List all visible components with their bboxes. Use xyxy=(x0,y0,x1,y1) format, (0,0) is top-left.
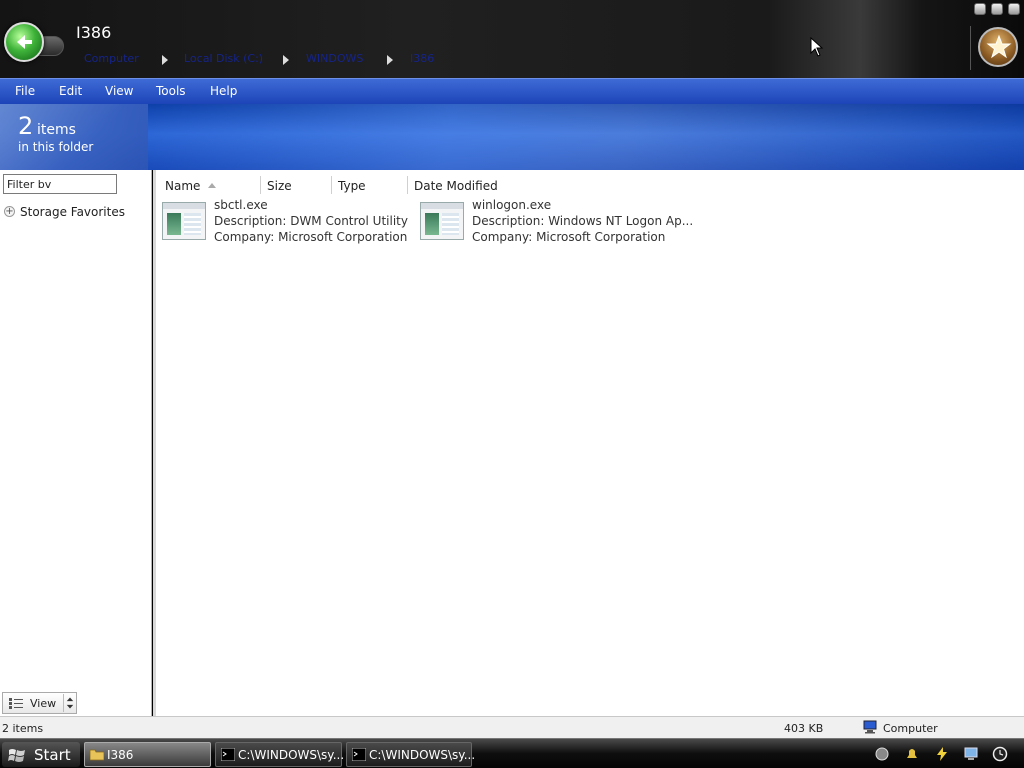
item-count-word: items xyxy=(37,122,76,138)
screen: I386 Computer Local Disk (C:) WINDOWS I3… xyxy=(0,0,1024,768)
navigation-pane: + Storage Favorites View xyxy=(0,170,152,716)
sort-ascending-icon xyxy=(208,183,216,188)
star-icon xyxy=(986,34,1012,59)
breadcrumb-item-computer[interactable]: Computer xyxy=(84,52,139,65)
column-header-size[interactable]: Size xyxy=(267,179,292,193)
view-button-label: View xyxy=(30,697,57,710)
clock-icon[interactable] xyxy=(992,746,1008,762)
view-button[interactable]: View xyxy=(2,692,77,714)
taskbar-item-label: C:\WINDOWS\sy... xyxy=(238,748,345,762)
column-divider[interactable] xyxy=(331,176,332,194)
item-count-number: 2 xyxy=(18,112,34,140)
breadcrumb-item-windows[interactable]: WINDOWS xyxy=(306,52,363,65)
header-decoration xyxy=(140,104,1024,170)
column-divider[interactable] xyxy=(260,176,261,194)
file-description: Description: DWM Control Utility xyxy=(214,214,408,228)
column-header-date-modified[interactable]: Date Modified xyxy=(414,179,498,193)
menu-edit[interactable]: Edit xyxy=(59,84,82,98)
monitor-settings-icon[interactable] xyxy=(964,746,980,762)
command-prompt-icon xyxy=(352,748,366,761)
title-bar: I386 Computer Local Disk (C:) WINDOWS I3… xyxy=(0,0,1024,78)
command-prompt-icon xyxy=(221,748,235,761)
back-button[interactable] xyxy=(4,22,44,62)
menu-help[interactable]: Help xyxy=(210,84,237,98)
network-status-icon[interactable] xyxy=(874,746,890,762)
column-header-type[interactable]: Type xyxy=(338,179,366,193)
chevron-right-icon[interactable] xyxy=(162,55,168,65)
power-lightning-icon[interactable] xyxy=(934,746,950,762)
computer-icon xyxy=(863,720,877,734)
taskbar-item-label: C:\WINDOWS\sy... xyxy=(369,748,476,762)
executable-file-icon xyxy=(420,202,464,240)
back-arrow-icon xyxy=(17,35,32,49)
mouse-cursor-icon xyxy=(810,37,824,57)
taskbar-item-cmd-1[interactable]: C:\WINDOWS\sy... xyxy=(215,742,345,767)
storage-favorites-label: Storage Favorites xyxy=(20,205,125,219)
file-list-pane: Name Size Type Date Modified sbctl.exe D… xyxy=(153,170,1024,716)
status-location: Computer xyxy=(883,722,938,735)
column-header-name[interactable]: Name xyxy=(165,179,200,193)
storage-favorites-item[interactable]: + Storage Favorites xyxy=(4,204,144,220)
filter-input[interactable] xyxy=(3,174,117,194)
folder-header-band xyxy=(0,104,1024,170)
system-tray xyxy=(868,742,1024,767)
close-button[interactable] xyxy=(1008,3,1020,15)
favorites-orb-button[interactable] xyxy=(978,27,1018,67)
folder-icon xyxy=(90,749,104,761)
menu-tools[interactable]: Tools xyxy=(156,84,186,98)
column-header-row: Name Size Type Date Modified xyxy=(156,174,1024,196)
item-count-subtitle: in this folder xyxy=(18,140,94,154)
file-item-winlogon[interactable]: winlogon.exe Description: Windows NT Log… xyxy=(416,198,693,246)
file-company: Company: Microsoft Corporation xyxy=(472,230,666,244)
window-title: I386 xyxy=(76,23,112,42)
notification-bell-icon[interactable] xyxy=(904,746,920,762)
column-divider[interactable] xyxy=(407,176,408,194)
status-total-size: 403 KB xyxy=(784,722,824,735)
minimize-button[interactable] xyxy=(974,3,986,15)
file-item-sbctl[interactable]: sbctl.exe Description: DWM Control Utili… xyxy=(158,198,408,246)
windows-logo-icon xyxy=(8,749,25,762)
expand-plus-icon[interactable]: + xyxy=(4,206,15,217)
menu-view[interactable]: View xyxy=(105,84,133,98)
up-down-arrows-icon[interactable] xyxy=(63,694,76,712)
chevron-right-icon[interactable] xyxy=(387,55,393,65)
start-button[interactable]: Start xyxy=(2,742,80,767)
file-name: sbctl.exe xyxy=(214,198,268,212)
breadcrumb-item-local-disk[interactable]: Local Disk (C:) xyxy=(184,52,263,65)
maximize-button[interactable] xyxy=(991,3,1003,15)
divider xyxy=(970,26,971,70)
executable-file-icon xyxy=(162,202,206,240)
taskbar-item-cmd-2[interactable]: C:\WINDOWS\sy... xyxy=(346,742,476,767)
status-item-count: 2 items xyxy=(2,722,44,735)
menu-file[interactable]: File xyxy=(15,84,35,98)
start-label: Start xyxy=(34,746,71,764)
chevron-right-icon[interactable] xyxy=(283,55,289,65)
list-view-icon xyxy=(9,698,23,709)
taskbar: Start I386 C:\WINDOWS\sy... C:\WINDOWS\s… xyxy=(0,738,1024,768)
breadcrumb: Computer Local Disk (C:) WINDOWS I386 xyxy=(84,52,504,68)
status-bar: 2 items 403 KB Computer xyxy=(0,716,1024,738)
file-name: winlogon.exe xyxy=(472,198,552,212)
breadcrumb-item-i386[interactable]: I386 xyxy=(410,52,434,65)
window-controls xyxy=(974,3,1020,15)
menu-bar: File Edit View Tools Help xyxy=(0,78,1024,104)
taskbar-item-label: I386 xyxy=(107,748,134,762)
file-company: Company: Microsoft Corporation xyxy=(214,230,408,244)
taskbar-item-i386[interactable]: I386 xyxy=(84,742,211,767)
file-description: Description: Windows NT Logon Ap... xyxy=(472,214,694,228)
